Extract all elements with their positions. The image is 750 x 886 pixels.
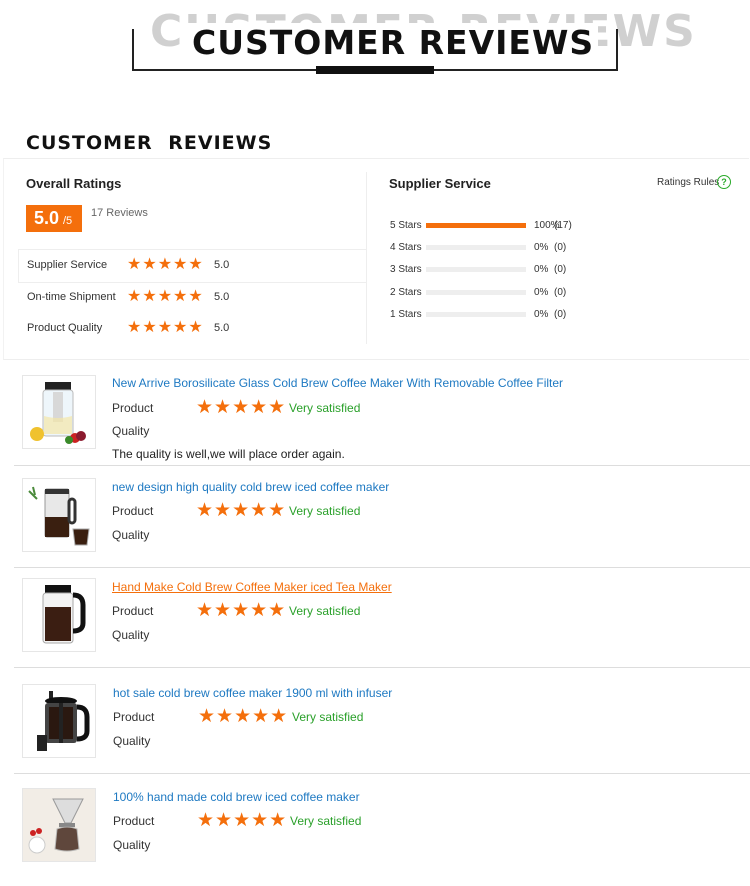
bar-count: (0): [554, 287, 567, 298]
star-rating: ★★★★★: [196, 397, 287, 418]
star-rating: ★★★★★: [198, 706, 289, 727]
rating-row-label: Supplier Service: [27, 259, 108, 271]
bar-track: [426, 290, 526, 295]
product-title-link[interactable]: New Arrive Borosilicate Glass Cold Brew …: [112, 376, 563, 390]
product-title-link[interactable]: hot sale cold brew coffee maker 1900 ml …: [113, 686, 392, 700]
product-title-link[interactable]: Hand Make Cold Brew Coffee Maker iced Te…: [112, 580, 392, 594]
rating-label-product: Product: [112, 401, 154, 415]
rating-row-value: 5.0: [214, 259, 230, 271]
supplier-service-heading: Supplier Service: [389, 176, 491, 191]
bar-track: [426, 312, 526, 317]
bar-percent: 0%: [534, 264, 549, 275]
rating-label-quality: Quality: [112, 424, 150, 438]
bar-label: 4 Stars: [390, 242, 422, 253]
rating-label-quality: Quality: [112, 628, 150, 642]
star-rating: ★★★★★: [127, 256, 204, 273]
rating-label-product: Product: [112, 504, 154, 518]
product-thumbnail[interactable]: [22, 578, 96, 652]
bar-label: 2 Stars: [390, 287, 422, 298]
bar-track: [426, 267, 526, 272]
star-rating: ★★★★★: [196, 600, 287, 621]
bar-track: [426, 245, 526, 250]
rating-label-product: Product: [112, 604, 154, 618]
star-rating: ★★★★★: [127, 288, 204, 305]
rating-row-value: 5.0: [214, 291, 230, 303]
product-title-link[interactable]: 100% hand made cold brew iced coffee mak…: [113, 790, 360, 804]
rating-label-product: Product: [113, 814, 155, 828]
summary-divider: [366, 172, 367, 344]
star-rating: ★★★★★: [196, 500, 287, 521]
review-divider: [14, 773, 750, 774]
score-badge: 5.0 /5: [26, 205, 82, 232]
bar-percent: 0%: [534, 242, 549, 253]
rating-row-label: Product Quality: [27, 322, 103, 334]
bar-count: (0): [554, 264, 567, 275]
bar-count: (0): [554, 309, 567, 320]
product-title-link[interactable]: new design high quality cold brew iced c…: [112, 480, 389, 494]
product-thumbnail[interactable]: [22, 478, 96, 552]
banner-title: CUSTOMER REVIEWS: [188, 23, 599, 62]
review-divider: [14, 567, 750, 568]
rating-label-quality: Quality: [113, 838, 151, 852]
bar-label: 1 Stars: [390, 309, 422, 320]
rating-row-label: On-time Shipment: [27, 291, 116, 303]
review-divider: [14, 667, 750, 668]
product-thumbnail[interactable]: [22, 788, 96, 862]
review-count: 17 Reviews: [91, 207, 148, 219]
score-out-of: /5: [63, 215, 73, 227]
product-thumbnail[interactable]: [22, 684, 96, 758]
bar-count: (17): [554, 220, 572, 231]
rating-label-quality: Quality: [113, 734, 151, 748]
rating-label-quality: Quality: [112, 528, 150, 542]
rating-label-product: Product: [113, 710, 155, 724]
bar-fill: [426, 223, 526, 228]
section-title: CUSTOMER REVIEWS: [26, 132, 273, 154]
satisfaction-label: Very satisfied: [290, 814, 362, 828]
rating-row-value: 5.0: [214, 322, 230, 334]
bar-label: 3 Stars: [390, 264, 422, 275]
banner-underline: [316, 66, 434, 74]
overall-ratings-label: Overall Ratings: [26, 176, 122, 191]
bar-percent: 0%: [534, 287, 549, 298]
satisfaction-label: Very satisfied: [289, 504, 361, 518]
bar-label: 5 Stars: [390, 220, 422, 231]
score-value: 5.0: [34, 208, 60, 228]
bar-count: (0): [554, 242, 567, 253]
product-thumbnail[interactable]: [22, 375, 96, 449]
review-divider: [14, 465, 750, 466]
question-circle-icon[interactable]: ?: [717, 175, 731, 189]
satisfaction-label: Very satisfied: [289, 401, 361, 415]
star-rating: ★★★★★: [197, 810, 288, 831]
star-rating: ★★★★★: [127, 319, 204, 336]
ratings-rules-link[interactable]: Ratings Rules: [657, 177, 719, 188]
bar-percent: 0%: [534, 309, 549, 320]
satisfaction-label: Very satisfied: [292, 710, 364, 724]
review-comment: The quality is well,we will place order …: [112, 447, 345, 461]
satisfaction-label: Very satisfied: [289, 604, 361, 618]
bar-track: [426, 223, 526, 228]
